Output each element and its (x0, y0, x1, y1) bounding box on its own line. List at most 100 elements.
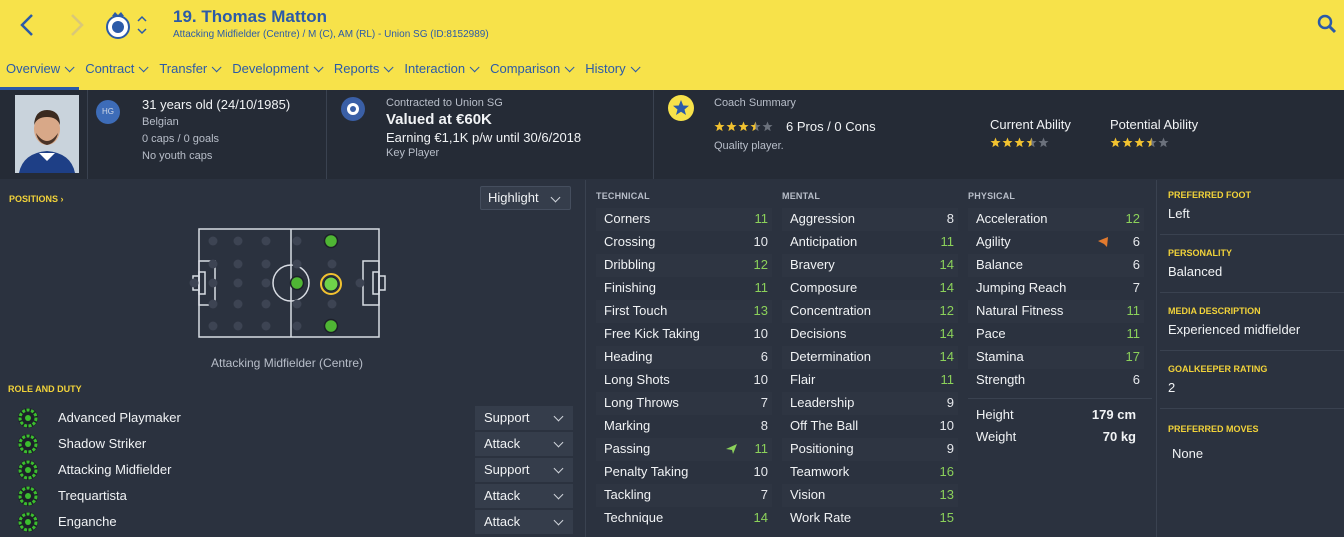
attribute-value: 10 (753, 464, 768, 479)
attribute-name: Natural Fitness (976, 303, 1064, 318)
attribute-row[interactable]: Determination 14 (782, 346, 958, 369)
player-photo[interactable] (15, 95, 79, 173)
duty-dropdown[interactable]: Attack (475, 484, 573, 508)
duty-dropdown[interactable]: Attack (475, 510, 573, 534)
contract-label[interactable]: Contracted to Union SG (386, 97, 503, 109)
attribute-name: Long Throws (604, 395, 679, 410)
attribute-row[interactable]: Anticipation 11 (782, 231, 958, 254)
duty-dropdown[interactable]: Support (475, 458, 573, 482)
empty-star-icon (1158, 137, 1169, 148)
attribute-row[interactable]: Flair 11 (782, 369, 958, 392)
attribute-row[interactable]: Leadership 9 (782, 392, 958, 415)
player-earning: Earning €1,1K p/w until 30/6/2018 (386, 130, 582, 145)
attribute-row[interactable]: Composure 14 (782, 277, 958, 300)
attribute-row[interactable]: Aggression 8 (782, 208, 958, 231)
attribute-row[interactable]: Teamwork 16 (782, 461, 958, 484)
attribute-row[interactable]: Technique 14 (596, 507, 772, 530)
attribute-name: Off The Ball (790, 418, 859, 433)
positions-title: POSITIONS (9, 194, 59, 204)
club-switch-chevron-icon[interactable] (136, 12, 148, 38)
role-row[interactable]: Enganche Attack (8, 510, 573, 534)
player-youth-caps: No youth caps (142, 150, 213, 162)
preferred-moves-label: PREFERRED MOVES (1168, 424, 1259, 434)
duty-dropdown[interactable]: Attack (475, 432, 573, 456)
highlight-label: Highlight (488, 190, 539, 205)
tab-contract[interactable]: Contract (79, 56, 153, 90)
tab-development[interactable]: Development (226, 56, 328, 90)
attribute-row[interactable]: Marking 8 (596, 415, 772, 438)
tab-overview[interactable]: Overview (0, 56, 80, 90)
attribute-value: 7 (760, 487, 768, 502)
attribute-row[interactable]: Pace 11 (968, 323, 1144, 346)
attribute-row[interactable]: Corners 11 (596, 208, 772, 231)
attribute-row[interactable]: Tackling 7 (596, 484, 772, 507)
pros-cons[interactable]: 6 Pros / 0 Cons (786, 119, 876, 134)
attribute-value: 9 (946, 441, 954, 456)
tab-history[interactable]: History (579, 56, 644, 90)
attribute-row[interactable]: Heading 6 (596, 346, 772, 369)
squad-status: Key Player (386, 147, 440, 159)
attribute-row[interactable]: Bravery 14 (782, 254, 958, 277)
attribute-name: Positioning (790, 441, 854, 456)
attribute-name: Finishing (604, 280, 657, 295)
attribute-value: 10 (753, 234, 768, 249)
search-icon[interactable] (1316, 13, 1338, 35)
attribute-name: Teamwork (790, 464, 850, 479)
attribute-name: Tackling (604, 487, 651, 502)
attribute-name: Marking (604, 418, 651, 433)
attribute-row[interactable]: Free Kick Taking 10 (596, 323, 772, 346)
attribute-row[interactable]: Work Rate 15 (782, 507, 958, 530)
tab-comparison[interactable]: Comparison (484, 56, 579, 90)
attribute-row[interactable]: Passing 11 (596, 438, 772, 461)
player-caps: 0 caps / 0 goals (142, 133, 220, 145)
tab-reports[interactable]: Reports (328, 56, 399, 90)
attribute-row[interactable]: Vision 13 (782, 484, 958, 507)
attribute-name: Long Shots (604, 372, 670, 387)
role-row[interactable]: Attacking Midfielder Support (8, 458, 573, 482)
chevron-down-icon (384, 62, 394, 73)
position-pitch (186, 224, 396, 344)
attribute-row[interactable]: Decisions 14 (782, 323, 958, 346)
star-icon (714, 121, 725, 132)
divider (1156, 180, 1157, 537)
attribute-name: Jumping Reach (976, 280, 1067, 295)
attribute-row[interactable]: Stamina 17 (968, 346, 1144, 369)
back-arrow-icon[interactable] (16, 12, 40, 38)
attribute-value: 7 (760, 395, 768, 410)
role-suitability-icon (18, 408, 38, 428)
forward-arrow-icon[interactable] (64, 12, 88, 38)
attribute-row[interactable]: Dribbling 12 (596, 254, 772, 277)
attribute-row[interactable]: Penalty Taking 10 (596, 461, 772, 484)
attribute-row[interactable]: Concentration 12 (782, 300, 958, 323)
attribute-row[interactable]: Crossing 10 (596, 231, 772, 254)
attribute-row[interactable]: Agility 6 (968, 231, 1144, 254)
homegrown-badge-icon: HG (96, 100, 120, 124)
attribute-row[interactable]: Strength 6 (968, 369, 1144, 392)
attribute-row[interactable]: Balance 6 (968, 254, 1144, 277)
attribute-value: 16 (939, 464, 954, 479)
chevron-down-icon (630, 62, 641, 73)
attribute-row[interactable]: Positioning 9 (782, 438, 958, 461)
role-row[interactable]: Trequartista Attack (8, 484, 573, 508)
role-row[interactable]: Shadow Striker Attack (8, 432, 573, 456)
attribute-row[interactable]: Natural Fitness 11 (968, 300, 1144, 323)
attribute-row[interactable]: First Touch 13 (596, 300, 772, 323)
player-nationality[interactable]: Belgian (142, 116, 179, 128)
attribute-row[interactable]: Acceleration 12 (968, 208, 1144, 231)
positions-header[interactable]: POSITIONS › (9, 194, 64, 204)
duty-dropdown[interactable]: Support (475, 406, 573, 430)
highlight-dropdown[interactable]: Highlight (480, 186, 571, 210)
attribute-value: 12 (1125, 211, 1140, 226)
role-row[interactable]: Advanced Playmaker Support (8, 406, 573, 430)
tab-interaction[interactable]: Interaction (398, 56, 484, 90)
tab-transfer[interactable]: Transfer (153, 56, 226, 90)
duty-label: Support (484, 462, 530, 477)
club-crest-icon[interactable] (104, 10, 132, 40)
attribute-row[interactable]: Finishing 11 (596, 277, 772, 300)
attribute-row[interactable]: Jumping Reach 7 (968, 277, 1144, 300)
attribute-value: 6 (1132, 234, 1140, 249)
coach-star-icon (668, 95, 694, 121)
attribute-row[interactable]: Long Shots 10 (596, 369, 772, 392)
attribute-row[interactable]: Long Throws 7 (596, 392, 772, 415)
attribute-row[interactable]: Off The Ball 10 (782, 415, 958, 438)
